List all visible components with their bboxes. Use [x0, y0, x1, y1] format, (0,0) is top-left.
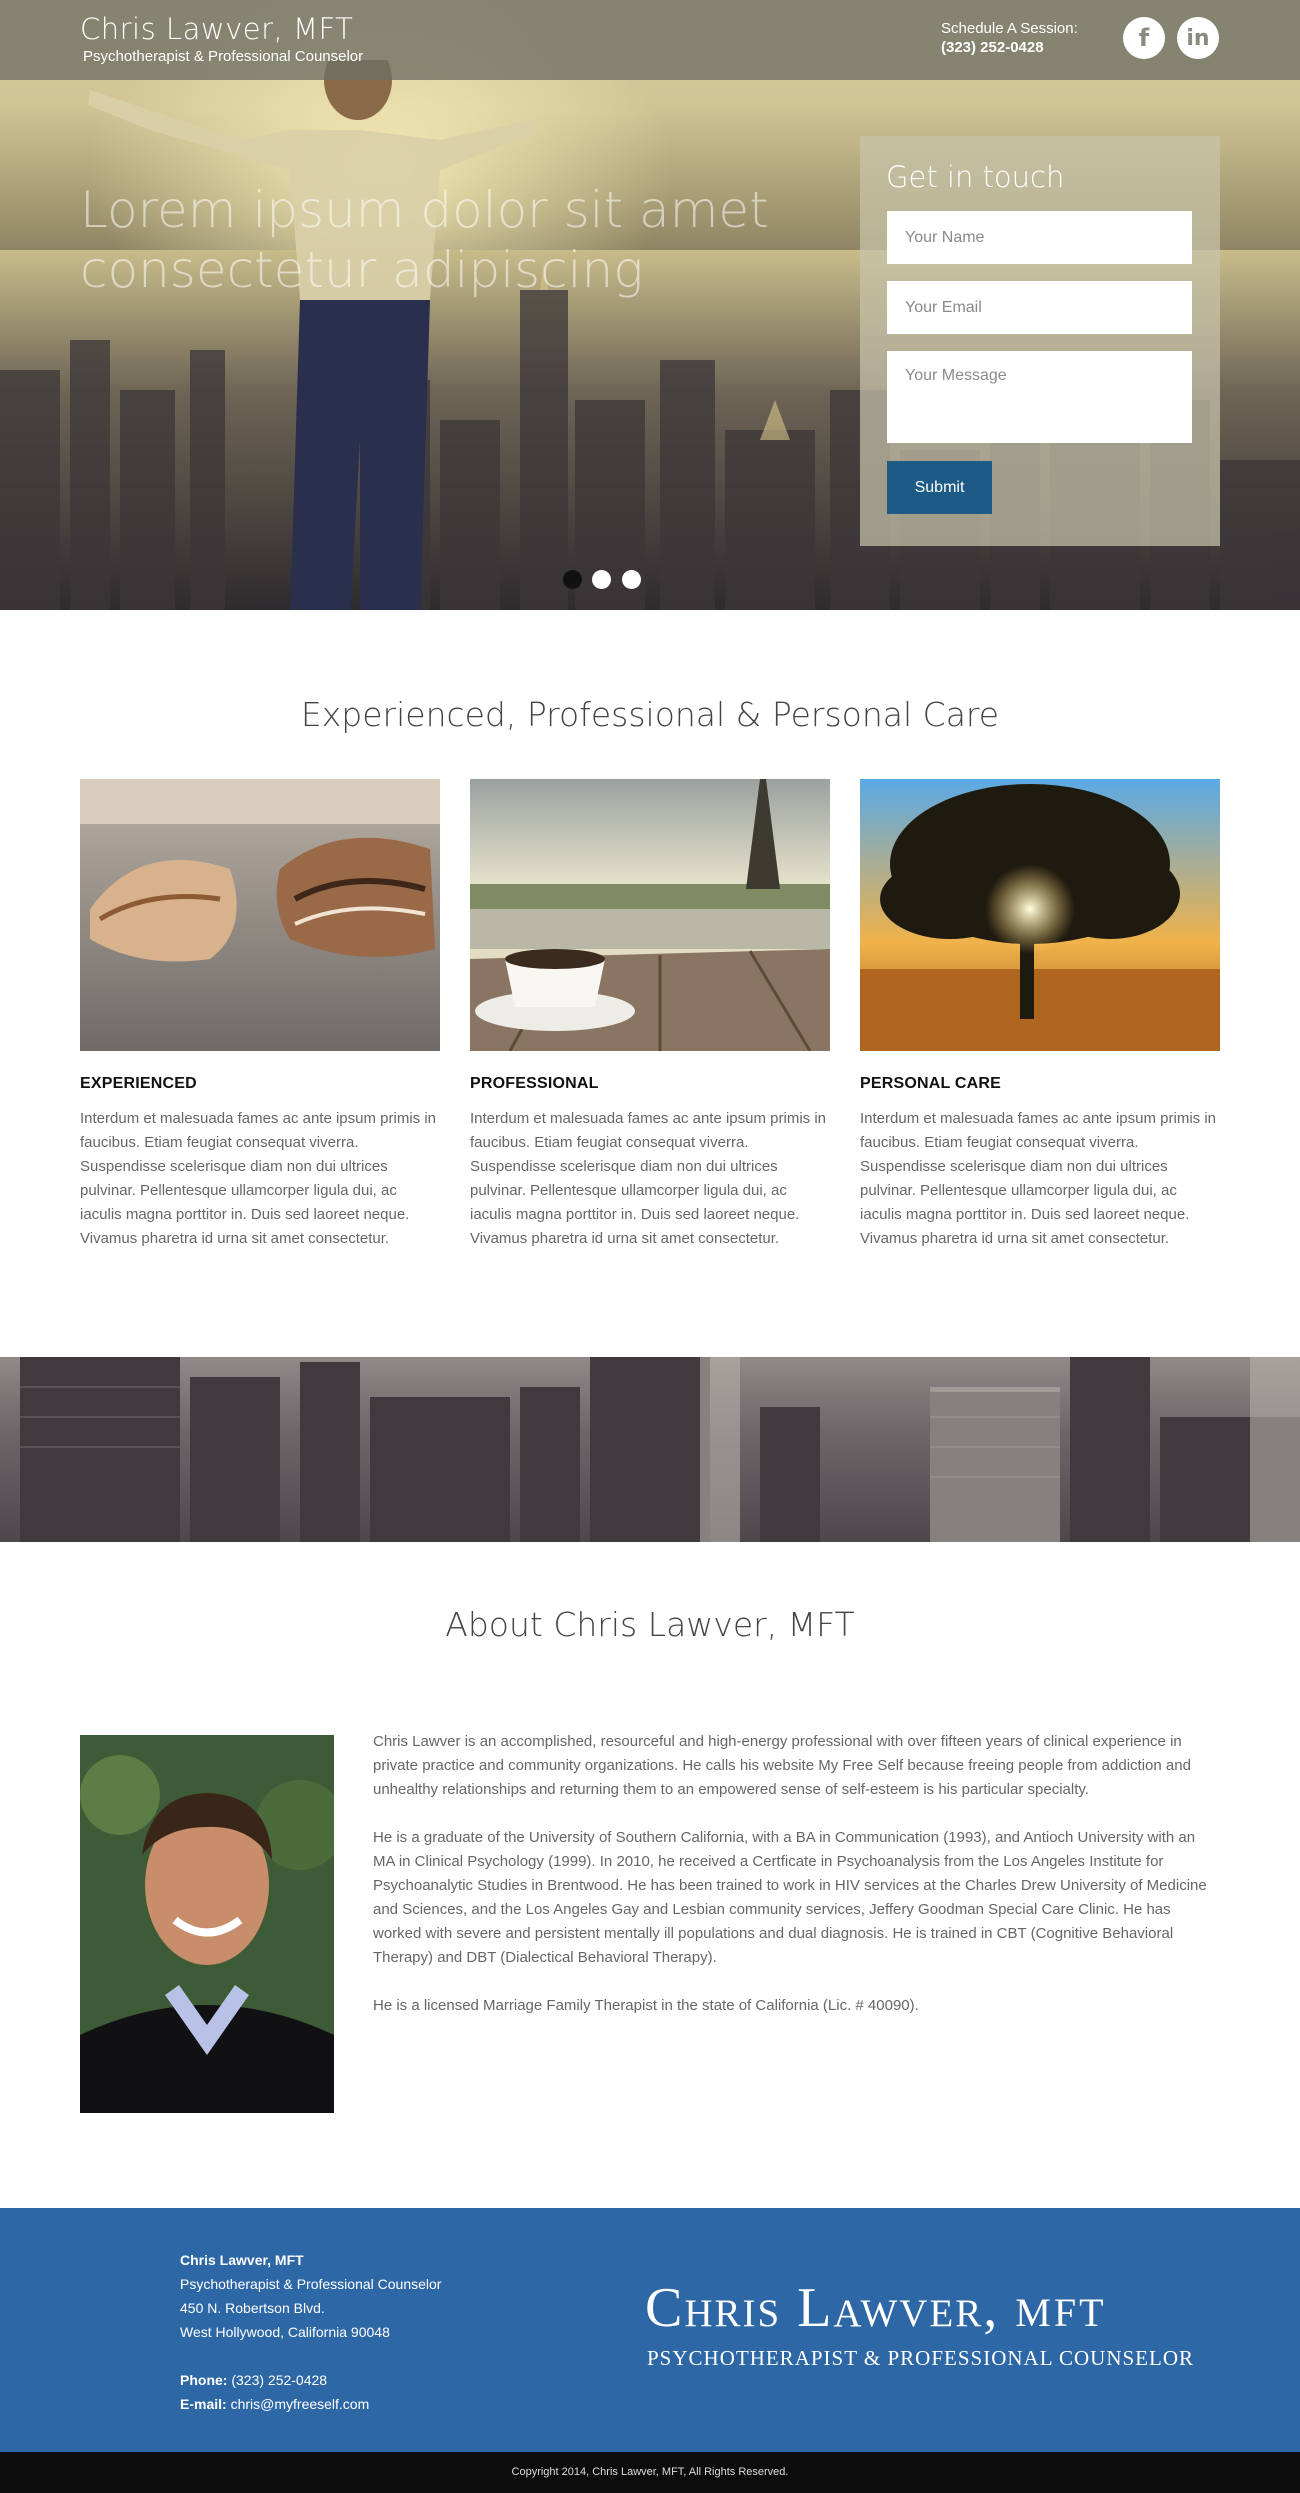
- footer-logo-tagline: Psychotherapist & Professional Counselor: [647, 2346, 1195, 2370]
- hero-headline: Lorem ipsum dolor sit amet consectetur a…: [80, 181, 769, 299]
- email-field[interactable]: [887, 281, 1192, 334]
- feature-heading: EXPERIENCED: [80, 1075, 197, 1092]
- footer-email-label: E-mail:: [180, 2396, 227, 2412]
- about-paragraph: He is a licensed Marriage Family Therapi…: [373, 1997, 919, 2014]
- tree-sunrise-image: [860, 779, 1220, 1051]
- footer: Chris Lawver, MFT Psychotherapist & Prof…: [0, 2208, 1300, 2452]
- hero-person-figure: [88, 60, 538, 610]
- portrait-photo: [80, 1735, 334, 2113]
- footer-address-line2: West Hollywood, California 90048: [180, 2324, 390, 2340]
- name-field[interactable]: [887, 211, 1192, 264]
- feature-experienced: EXPERIENCED Interdum et malesuada fames …: [80, 779, 440, 1251]
- city-banner-image: [0, 1357, 1300, 1542]
- contact-form-title: Get in touch: [886, 160, 1065, 194]
- about-text: Chris Lawver is an accomplished, resourc…: [373, 1730, 1208, 2042]
- hero-banner: Chris Lawver, MFT Psychotherapist & Prof…: [0, 0, 1300, 610]
- footer-address-line1: 450 N. Robertson Blvd.: [180, 2300, 325, 2316]
- slider-dot-1[interactable]: [563, 570, 582, 589]
- seashells-image: [80, 779, 440, 1051]
- footer-name: Chris Lawver, MFT: [180, 2252, 304, 2268]
- contact-form: Get in touch Submit: [860, 136, 1220, 546]
- about-title: About Chris Lawver, MFT: [445, 1605, 855, 1644]
- linkedin-icon[interactable]: in: [1177, 17, 1219, 59]
- schedule-phone[interactable]: (323) 252-0428: [941, 39, 1044, 56]
- feature-text: Interdum et malesuada fames ac ante ipsu…: [860, 1110, 1216, 1247]
- feature-personal-care: PERSONAL CARE Interdum et malesuada fame…: [860, 779, 1220, 1251]
- about-paragraph: He is a graduate of the University of So…: [373, 1829, 1207, 1966]
- feature-professional: PROFESSIONAL Interdum et malesuada fames…: [470, 779, 830, 1251]
- slider-dot-2[interactable]: [592, 570, 611, 589]
- coffee-paris-image: [470, 779, 830, 1051]
- footer-phone[interactable]: (323) 252-0428: [231, 2372, 327, 2388]
- site-title[interactable]: Chris Lawver, MFT: [80, 12, 353, 46]
- slider-dot-3[interactable]: [622, 570, 641, 589]
- top-bar: Chris Lawver, MFT Psychotherapist & Prof…: [0, 0, 1300, 80]
- facebook-icon[interactable]: f: [1123, 17, 1165, 59]
- footer-email-link[interactable]: chris@myfreeself.com: [231, 2396, 370, 2412]
- feature-heading: PROFESSIONAL: [470, 1075, 599, 1092]
- feature-text: Interdum et malesuada fames ac ante ipsu…: [470, 1110, 826, 1247]
- schedule-label: Schedule A Session:: [941, 20, 1078, 37]
- feature-text: Interdum et malesuada fames ac ante ipsu…: [80, 1110, 436, 1247]
- footer-title: Psychotherapist & Professional Counselor: [180, 2276, 442, 2292]
- submit-button[interactable]: Submit: [887, 461, 992, 514]
- footer-logo-name: Chris Lawver,: [645, 2277, 1000, 2339]
- footer-phone-label: Phone:: [180, 2372, 228, 2388]
- about-paragraph: Chris Lawver is an accomplished, resourc…: [373, 1733, 1191, 1798]
- footer-logo: Chris Lawver, MFT: [645, 2280, 1107, 2341]
- copyright: Copyright 2014, Chris Lawver, MFT, All R…: [0, 2452, 1300, 2493]
- features-title: Experienced, Professional & Personal Car…: [300, 695, 1000, 734]
- feature-heading: PERSONAL CARE: [860, 1075, 1001, 1092]
- footer-logo-credential: MFT: [1015, 2290, 1107, 2335]
- site-tagline: Psychotherapist & Professional Counselor: [83, 48, 364, 65]
- footer-contact: Chris Lawver, MFT Psychotherapist & Prof…: [180, 2248, 441, 2416]
- message-field[interactable]: [887, 351, 1192, 443]
